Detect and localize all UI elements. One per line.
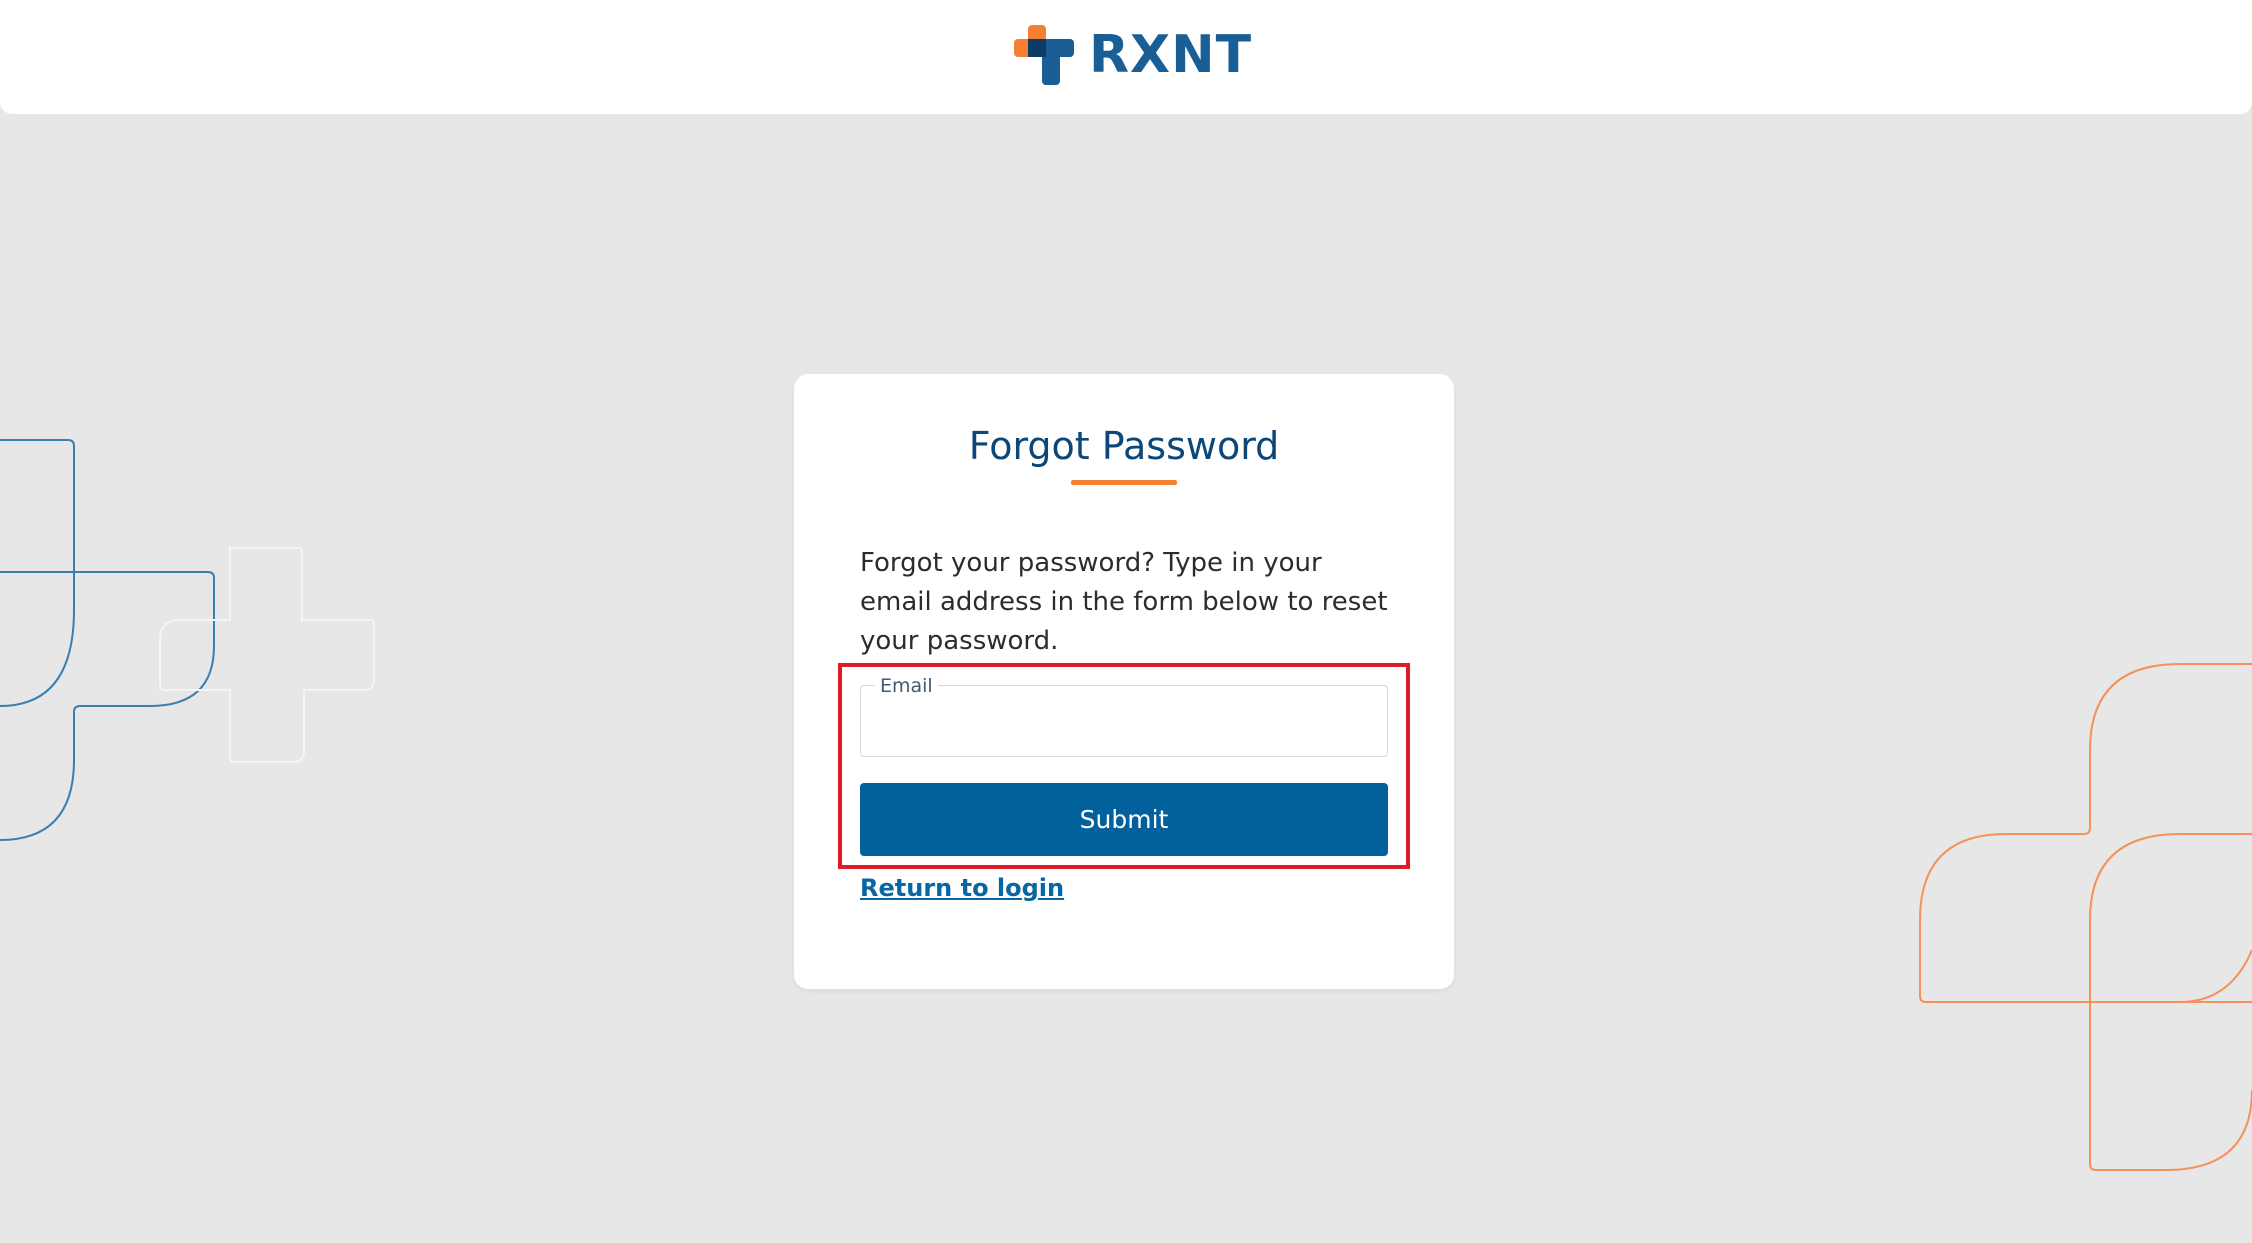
logo-text: RXNT [1089, 25, 1253, 85]
rxnt-cross-logo-icon [1014, 25, 1074, 85]
left-cross-outline-light [159, 546, 375, 763]
right-cross-outline-orange [1919, 663, 2252, 1171]
page-title: Forgot Password [968, 424, 1280, 468]
highlight-box [838, 663, 1410, 869]
top-header: RXNT [0, 0, 2252, 114]
rxnt-logo[interactable]: RXNT [1014, 25, 1252, 85]
return-to-login-link[interactable]: Return to login [860, 873, 1064, 903]
instructions-text: Forgot your password? Type in your email… [860, 548, 1388, 656]
title-underline [1071, 480, 1177, 485]
left-cross-outline-blue [0, 439, 215, 841]
